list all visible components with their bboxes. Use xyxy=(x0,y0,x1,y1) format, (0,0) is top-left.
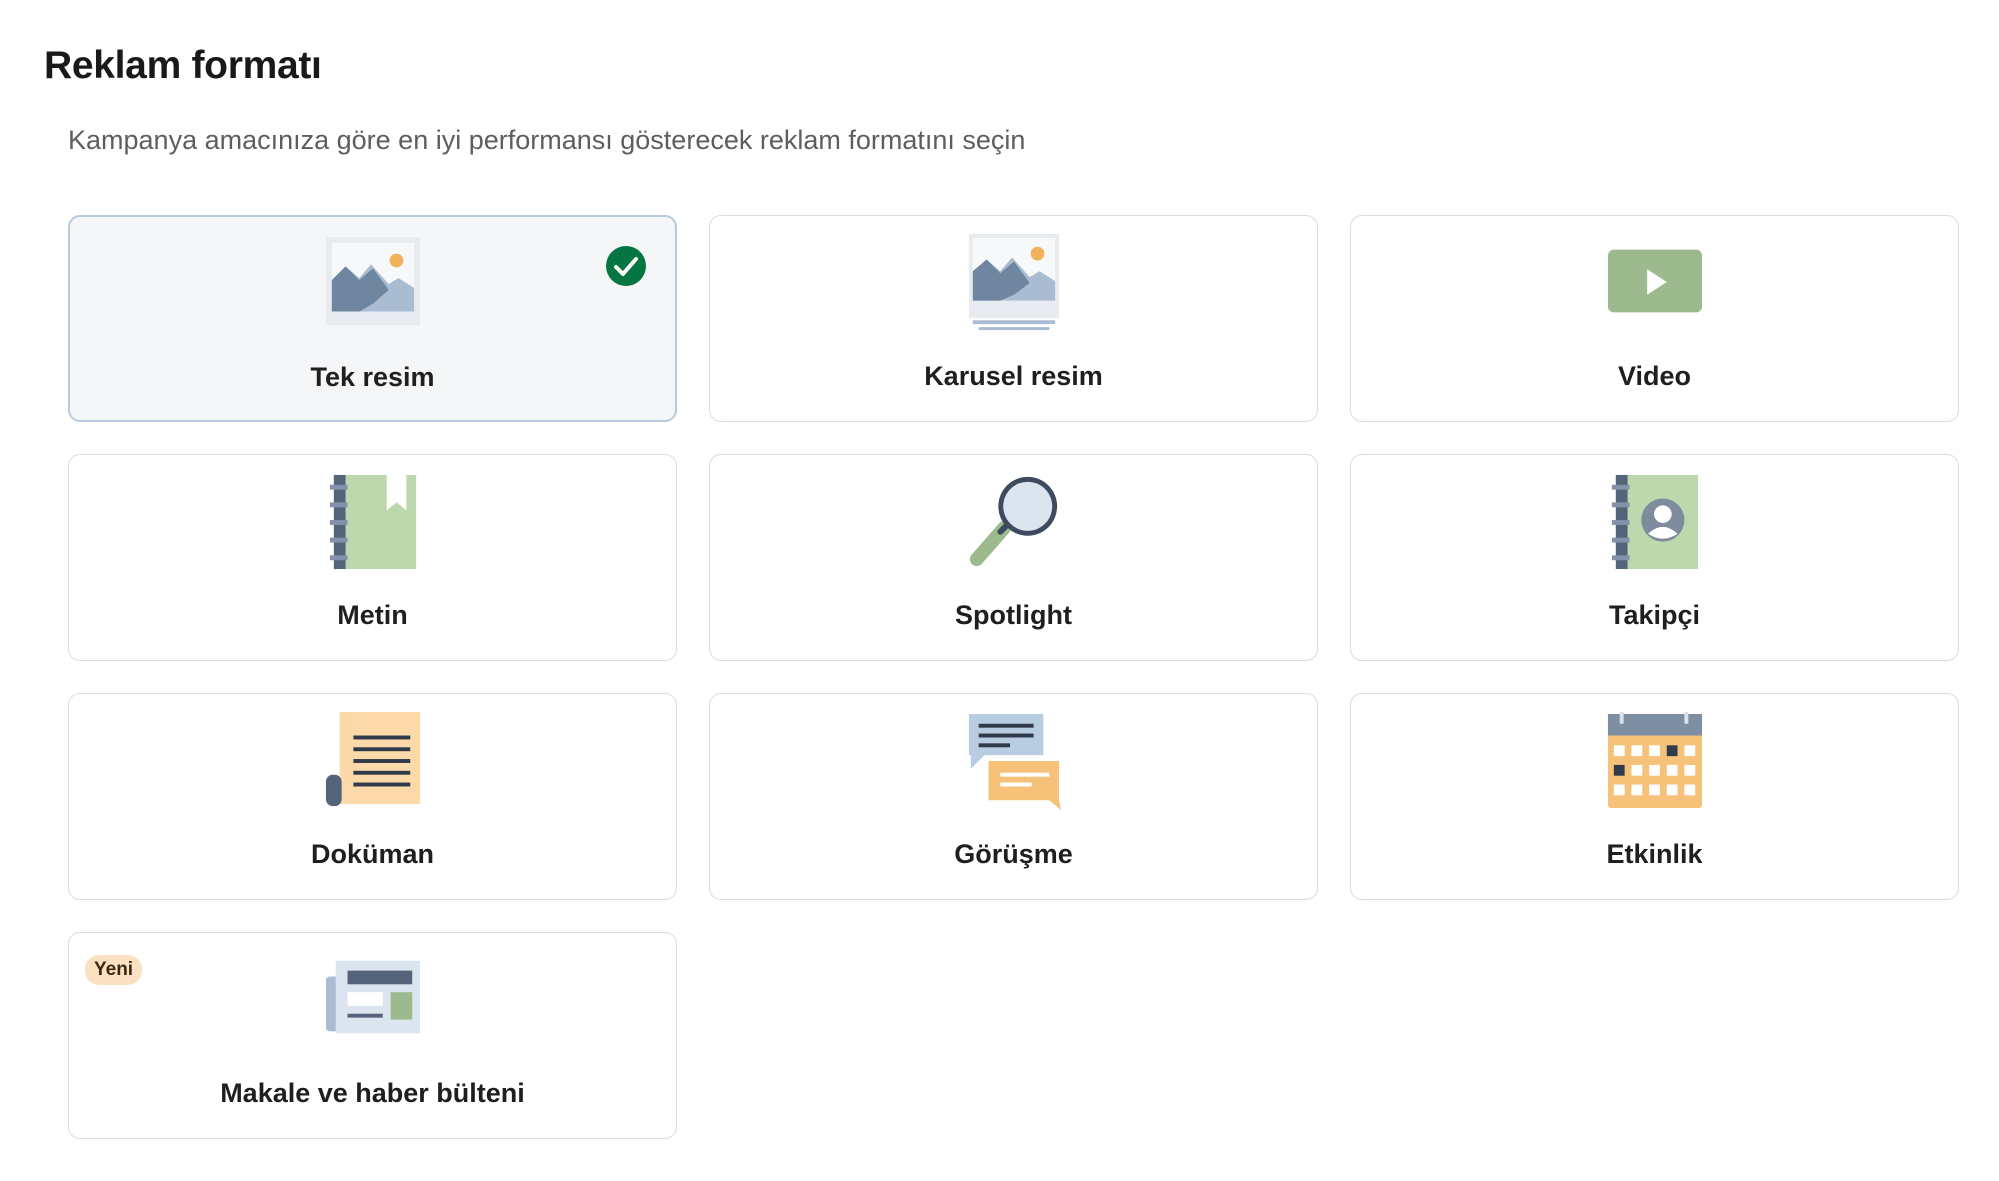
format-label: Metin xyxy=(69,600,676,631)
format-label: Takipçi xyxy=(1351,600,1958,631)
format-label: Spotlight xyxy=(710,600,1317,631)
format-label: Tek resim xyxy=(70,362,675,393)
format-label: Makale ve haber bülteni xyxy=(69,1078,676,1109)
carousel-image-icon xyxy=(965,234,1063,332)
format-card-text[interactable]: Metin xyxy=(68,454,677,661)
video-play-icon xyxy=(1606,234,1704,332)
format-card-conversation[interactable]: Görüşme xyxy=(709,693,1318,900)
new-badge: Yeni xyxy=(85,955,142,985)
page-title: Reklam formatı xyxy=(44,44,322,88)
format-card-single-image[interactable]: Tek resim xyxy=(68,215,677,422)
format-label: Karusel resim xyxy=(710,361,1317,392)
format-label: Doküman xyxy=(69,839,676,870)
chat-bubbles-icon xyxy=(965,712,1063,810)
format-label: Video xyxy=(1351,361,1958,392)
format-card-follower[interactable]: Takipçi xyxy=(1350,454,1959,661)
format-card-carousel-image[interactable]: Karusel resim xyxy=(709,215,1318,422)
notebook-bookmark-icon xyxy=(324,473,422,571)
selected-check-icon xyxy=(605,245,647,287)
document-scroll-icon xyxy=(324,712,422,810)
format-card-event[interactable]: Etkinlik xyxy=(1350,693,1959,900)
format-card-video[interactable]: Video xyxy=(1350,215,1959,422)
format-card-article-newsletter[interactable]: Yeni Makale ve haber bülteni xyxy=(68,932,677,1139)
contact-book-icon xyxy=(1606,473,1704,571)
format-card-document[interactable]: Doküman xyxy=(68,693,677,900)
single-image-icon xyxy=(324,235,422,333)
format-label: Görüşme xyxy=(710,839,1317,870)
page-subtitle: Kampanya amacınıza göre en iyi performan… xyxy=(68,125,1025,156)
format-label: Etkinlik xyxy=(1351,839,1958,870)
format-grid: Tek resim Karusel resim xyxy=(68,215,1960,1139)
newspaper-icon xyxy=(324,951,422,1049)
format-card-spotlight[interactable]: Spotlight xyxy=(709,454,1318,661)
ad-format-page: Reklam formatı Kampanya amacınıza göre e… xyxy=(0,0,1999,1181)
calendar-icon xyxy=(1606,712,1704,810)
magnifier-icon xyxy=(965,473,1063,571)
